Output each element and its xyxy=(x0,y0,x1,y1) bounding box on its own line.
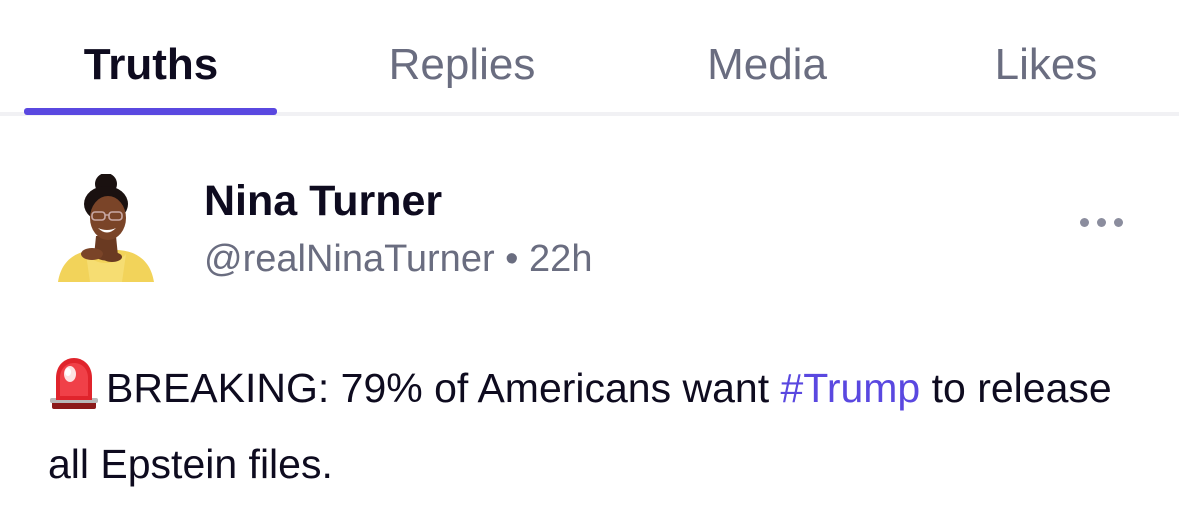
active-tab-indicator xyxy=(24,108,277,115)
siren-emoji-icon xyxy=(50,358,98,409)
more-options-icon xyxy=(1080,218,1089,227)
post-time[interactable]: 22h xyxy=(529,238,592,280)
post-meta: @realNinaTurner • 22h xyxy=(204,236,592,282)
post-text: BREAKING: 79% of Americans want #Trump t… xyxy=(48,350,1138,502)
tab-likes[interactable]: Likes xyxy=(995,40,1098,90)
tab-truths[interactable]: Truths xyxy=(84,40,218,90)
hashtag-link[interactable]: #Trump xyxy=(781,365,921,411)
post-text-start: BREAKING: 79% of Americans want xyxy=(106,365,781,411)
more-options-icon xyxy=(1097,218,1106,227)
more-options-button[interactable] xyxy=(1074,208,1130,238)
profile-tabs: Truths Replies Media Likes xyxy=(0,0,1179,116)
more-options-icon xyxy=(1114,218,1123,227)
tab-media[interactable]: Media xyxy=(707,40,827,90)
avatar[interactable] xyxy=(56,174,156,282)
author-name[interactable]: Nina Turner xyxy=(204,176,442,226)
tab-replies[interactable]: Replies xyxy=(389,40,536,90)
author-handle[interactable]: @realNinaTurner xyxy=(204,238,495,280)
meta-separator: • xyxy=(505,238,519,280)
